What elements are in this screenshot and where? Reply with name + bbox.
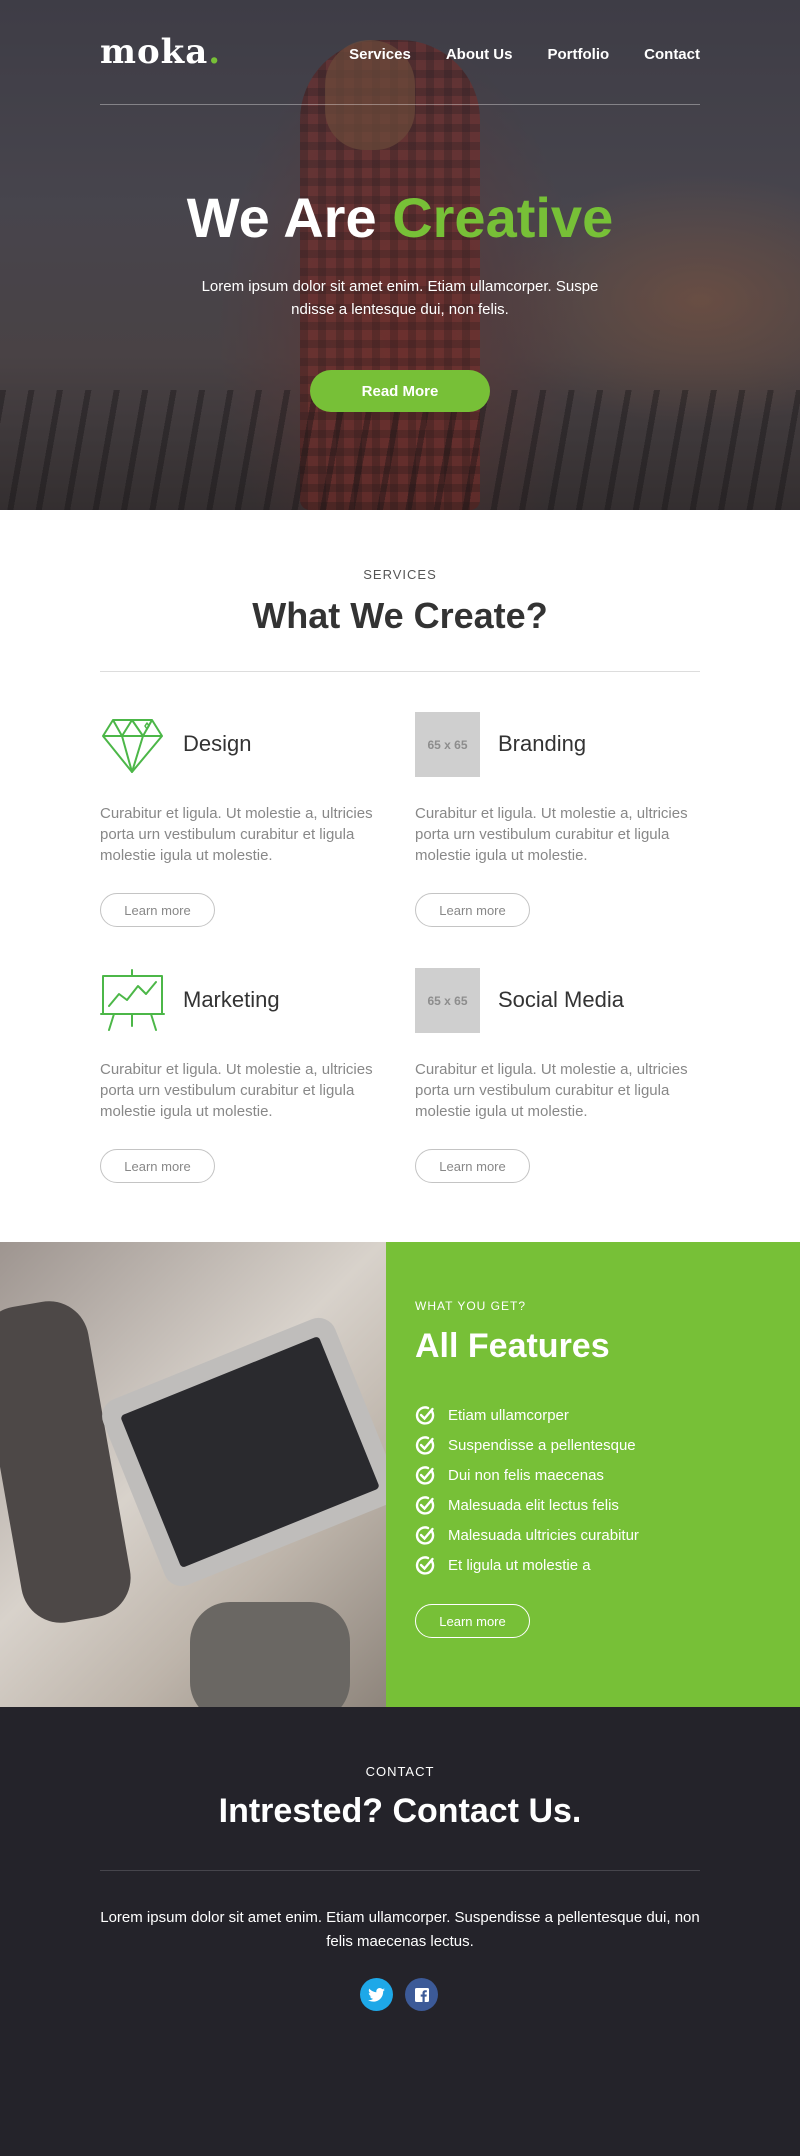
nav-links: Services About Us Portfolio Contact [349,46,700,63]
photo-tablet [96,1312,386,1592]
image-placeholder-icon: 65 x 65 [415,712,480,777]
features-list: Etiam ullamcorper Suspendisse a pellente… [415,1400,639,1580]
features-title: All Features [415,1327,610,1365]
feature-text: Etiam ullamcorper [448,1406,569,1424]
service-description: Curabitur et ligula. Ut molestie a, ultr… [415,805,688,864]
check-circle-icon [415,1436,435,1455]
feature-text: Malesuada ultricies curabitur [448,1526,639,1544]
contact-title: Intrested? Contact Us. [218,1792,582,1830]
service-description: Curabitur et ligula. Ut molestie a, ultr… [100,805,373,864]
diamond-icon [100,712,165,777]
features-section: WHAT YOU GET? All Features Etiam ullamco… [0,1242,800,1707]
hero-title-accent: Creative [392,186,614,249]
learn-more-button[interactable]: Learn more [415,1149,530,1183]
top-navigation: moka. Services About Us Portfolio Contac… [100,30,700,105]
check-circle-icon [415,1406,435,1425]
services-title: What We Create? [252,595,548,636]
hero-subtitle: Lorem ipsum dolor sit amet enim. Etiam u… [201,278,599,318]
check-circle-icon [415,1466,435,1485]
service-description: Curabitur et ligula. Ut molestie a, ultr… [100,1061,373,1120]
photo-tablet-screen [120,1335,380,1569]
nav-link-about-us[interactable]: About Us [446,46,513,63]
twitter-icon[interactable] [360,1978,393,2011]
logo-text: moka [100,32,209,72]
service-title: Branding [498,731,587,756]
learn-more-button[interactable]: Learn more [100,1149,215,1183]
feature-item: Et ligula ut molestie a [415,1550,639,1580]
services-eyebrow: SERVICES [363,567,437,582]
contact-divider [100,1870,700,1871]
service-description: Curabitur et ligula. Ut molestie a, ultr… [415,1061,688,1120]
feature-text: Dui non felis maecenas [448,1466,604,1484]
hero-title: We Are Creative [0,185,800,250]
feature-item: Malesuada elit lectus felis [415,1490,639,1520]
features-photo [0,1242,386,1707]
nav-link-services[interactable]: Services [349,46,411,63]
hero-title-main: We Are [186,186,377,249]
check-circle-icon [415,1526,435,1545]
facebook-icon[interactable] [405,1978,438,2011]
feature-item: Malesuada ultricies curabitur [415,1520,639,1550]
service-title: Marketing [183,987,280,1012]
learn-more-button[interactable]: Learn more [100,893,215,927]
service-title: Design [183,731,252,756]
feature-item: Suspendisse a pellentesque [415,1430,639,1460]
contact-section: CONTACT Intrested? Contact Us. Lorem ips… [0,1707,800,2156]
feature-text: Suspendisse a pellentesque [448,1436,636,1454]
image-placeholder-icon: 65 x 65 [415,968,480,1033]
read-more-button[interactable]: Read More [310,370,490,412]
presentation-chart-icon [100,968,165,1033]
check-circle-icon [415,1496,435,1515]
check-circle-icon [415,1556,435,1575]
services-divider [100,671,700,672]
features-learn-more-button[interactable]: Learn more [415,1604,530,1638]
logo-dot: . [208,32,222,72]
learn-more-button[interactable]: Learn more [415,893,530,927]
nav-link-portfolio[interactable]: Portfolio [548,46,610,63]
hero-section: moka. Services About Us Portfolio Contac… [0,0,800,510]
service-title: Social Media [498,987,624,1012]
photo-sleeve [190,1602,350,1707]
contact-description: Lorem ipsum dolor sit amet enim. Etiam u… [100,1909,700,1950]
nav-link-contact[interactable]: Contact [644,46,700,63]
feature-item: Dui non felis maecenas [415,1460,639,1490]
feature-item: Etiam ullamcorper [415,1400,639,1430]
features-eyebrow: WHAT YOU GET? [415,1299,527,1313]
social-links [360,1978,438,2011]
logo[interactable]: moka. [100,32,221,72]
contact-eyebrow: CONTACT [365,1764,435,1779]
feature-text: Malesuada elit lectus felis [448,1496,619,1514]
services-section: SERVICES What We Create? Design Curabitu… [0,510,800,1242]
features-panel: WHAT YOU GET? All Features Etiam ullamco… [386,1242,800,1707]
feature-text: Et ligula ut molestie a [448,1556,591,1574]
photo-arm [0,1294,137,1630]
